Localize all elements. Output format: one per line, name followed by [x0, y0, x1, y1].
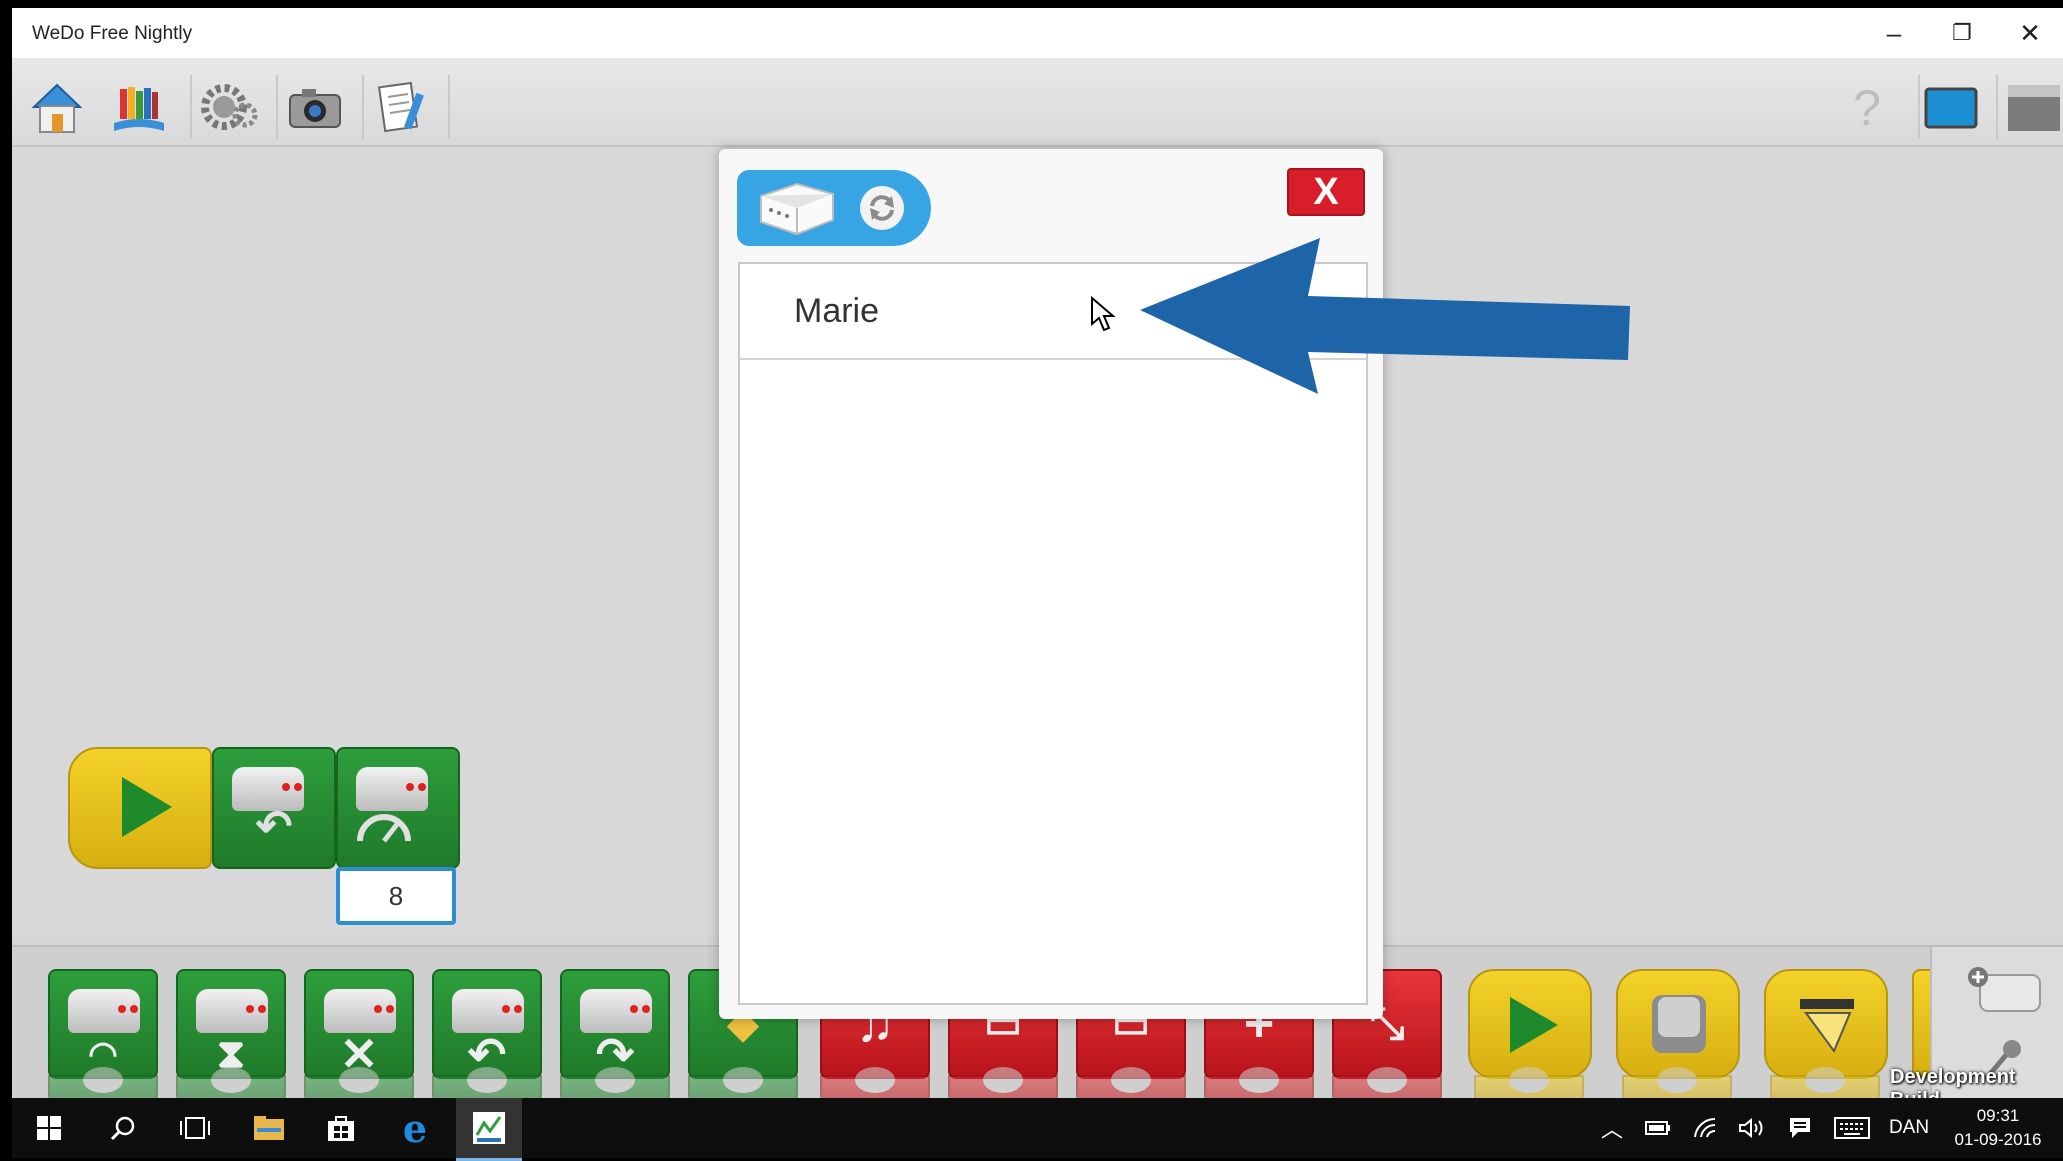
- mouse-cursor-icon: [1091, 296, 1116, 332]
- windows-start-icon[interactable]: [22, 1098, 76, 1158]
- battery-icon[interactable]: [1638, 1098, 1678, 1158]
- dialog-close-button[interactable]: X: [1287, 168, 1365, 216]
- start-block[interactable]: [68, 747, 212, 869]
- show-hidden-icons-icon[interactable]: ︿: [1592, 1098, 1632, 1158]
- palette-motor-on-for-block[interactable]: ⧗: [176, 969, 286, 1079]
- edge-icon[interactable]: e: [388, 1098, 442, 1158]
- clock-time: 09:31: [1976, 1106, 2020, 1125]
- toggle-panel-icon[interactable]: [2006, 79, 2063, 137]
- palette-message-block[interactable]: [1764, 969, 1888, 1079]
- motor-power-value[interactable]: 8: [336, 867, 456, 925]
- task-view-icon[interactable]: [168, 1098, 222, 1158]
- palette-key-press-block[interactable]: [1616, 969, 1740, 1079]
- close-window-button[interactable]: ✕: [1996, 8, 2063, 58]
- app-window: WeDo Free Nightly – ❐ ✕ ? ↶ 8 ◠ ⧗ ✕ ↶ ↷ …: [12, 8, 2063, 1107]
- wedo-app-icon[interactable]: [456, 1098, 522, 1161]
- motor-direction-block[interactable]: ↶: [212, 747, 336, 869]
- clock-date: 01-09-2016: [1954, 1130, 2042, 1149]
- store-icon[interactable]: [314, 1098, 368, 1158]
- palette-motor-off-block[interactable]: ✕: [304, 969, 414, 1080]
- action-center-icon[interactable]: [1780, 1098, 1820, 1158]
- window-title: WeDo Free Nightly: [32, 23, 193, 44]
- palette-motor-direction-right-block[interactable]: ↷: [560, 969, 670, 1080]
- help-icon[interactable]: ?: [1838, 79, 1896, 137]
- taskbar: e ︿ DAN 09:31 01-09-2016: [12, 1098, 2063, 1161]
- camera-icon[interactable]: [286, 79, 344, 137]
- motor-power-block[interactable]: [336, 747, 460, 869]
- search-icon[interactable]: [96, 1098, 150, 1158]
- document-icon[interactable]: [372, 79, 430, 137]
- smarthub-icon: [760, 182, 834, 236]
- restore-button[interactable]: ❐: [1928, 8, 1996, 58]
- network-icon[interactable]: [1686, 1098, 1726, 1158]
- screen-mode-icon[interactable]: [1922, 79, 1980, 137]
- connection-header: [737, 170, 931, 246]
- palette-start-block[interactable]: [1468, 969, 1592, 1079]
- device-name: Marie: [794, 292, 880, 330]
- file-explorer-icon[interactable]: [242, 1098, 296, 1158]
- palette-motor-direction-left-block[interactable]: ↶: [432, 969, 542, 1080]
- add-hub-icon[interactable]: [1966, 965, 2046, 1019]
- refresh-icon[interactable]: [858, 184, 906, 232]
- library-icon[interactable]: [110, 79, 168, 137]
- minimize-button[interactable]: –: [1860, 8, 1928, 58]
- palette-motor-power-block[interactable]: ◠: [48, 969, 158, 1079]
- home-icon[interactable]: [28, 79, 86, 137]
- title-bar: WeDo Free Nightly – ❐ ✕: [12, 8, 2063, 59]
- annotation-arrow-icon: [1140, 238, 1630, 394]
- toolbar: ?: [12, 59, 2063, 147]
- language-indicator[interactable]: DAN: [1882, 1098, 1936, 1158]
- keyboard-icon[interactable]: [1828, 1098, 1876, 1158]
- volume-icon[interactable]: [1732, 1098, 1772, 1158]
- clock[interactable]: 09:31 01-09-2016: [1948, 1098, 2048, 1158]
- gears-icon[interactable]: [200, 79, 258, 137]
